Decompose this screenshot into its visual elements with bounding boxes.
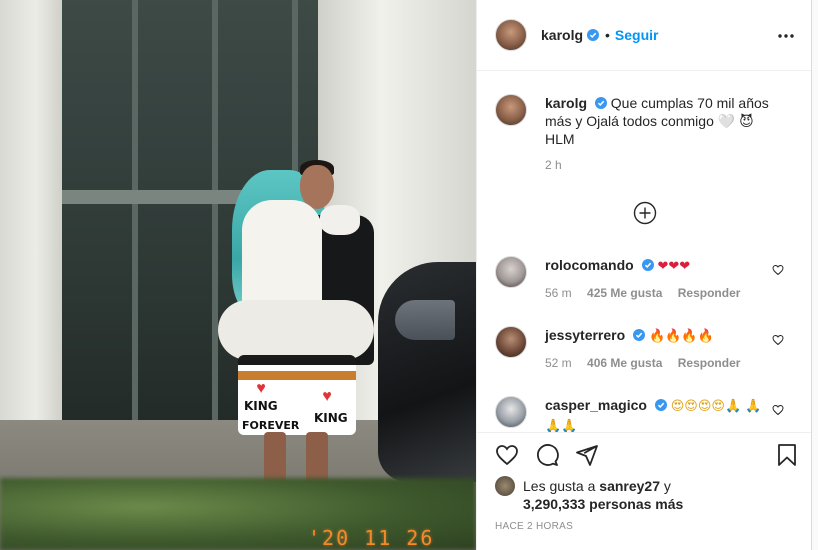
plus-circle-icon[interactable] — [633, 201, 657, 225]
share-icon[interactable] — [575, 443, 599, 467]
comment-item: casper_magico 😍😍😍😍🙏 🙏🙏🙏 — [495, 396, 795, 432]
comment-username[interactable]: casper_magico — [545, 397, 647, 413]
likes-summary: Les gusta a sanrey27 y 3,290,333 persona… — [495, 476, 723, 513]
post-header: karolg • Seguir — [477, 0, 812, 71]
car — [378, 262, 476, 482]
caption-time: 2 h — [545, 158, 562, 172]
post-actions: Les gusta a sanrey27 y 3,290,333 persona… — [477, 432, 812, 550]
caption-username[interactable]: karolg — [545, 95, 587, 111]
reply-button[interactable]: Responder — [678, 356, 741, 370]
follow-button[interactable]: Seguir — [615, 27, 659, 43]
heart-icon[interactable] — [772, 264, 784, 276]
comment-text: 🔥🔥🔥🔥 — [648, 329, 714, 344]
caption: karolg Que cumplas 70 mil años más y Oja… — [495, 94, 795, 172]
avatar[interactable] — [495, 94, 527, 126]
shorts-text-bottom: FOREVER — [242, 419, 300, 432]
avatar[interactable] — [495, 326, 527, 358]
comment-text: ❤❤❤ — [657, 259, 691, 274]
comment-likes[interactable]: 425 Me gusta — [587, 286, 662, 300]
bookmark-icon[interactable] — [775, 443, 799, 467]
comment-icon[interactable] — [535, 443, 559, 467]
heart-print-icon: ♥ — [322, 388, 332, 405]
heart-icon[interactable] — [772, 334, 784, 346]
man-collar — [320, 205, 360, 235]
post-sidebar: karolg • Seguir karolg Que cumplas 70 mi… — [476, 0, 812, 550]
shorts-text-right: KING — [314, 411, 348, 425]
avatar[interactable] — [495, 256, 527, 288]
photo-date-stamp: '20 11 26 — [308, 526, 435, 550]
verified-badge-icon — [633, 329, 646, 341]
post-timestamp[interactable]: HACE 2 HORAS — [495, 521, 573, 532]
more-horizontal-icon[interactable] — [776, 26, 796, 46]
likes-connector: y — [663, 478, 671, 494]
heart-print-icon: ♥ — [256, 380, 266, 397]
boxing-shorts: ♥ ♥ KING FOREVER KING — [238, 355, 356, 435]
author-username[interactable]: karolg — [541, 27, 583, 43]
heart-icon[interactable] — [772, 404, 784, 416]
heart-icon[interactable] — [495, 443, 519, 467]
comment-item: rolocomando ❤❤❤ 56 m 425 Me gusta Respon… — [495, 256, 795, 300]
comment-username[interactable]: rolocomando — [545, 257, 634, 273]
verified-badge-icon — [594, 97, 607, 109]
liker-avatar[interactable] — [495, 476, 515, 496]
liker-username[interactable]: sanrey27 — [599, 478, 660, 494]
likes-count[interactable]: 3,290,333 personas más — [523, 496, 683, 512]
verified-badge-icon — [587, 29, 600, 41]
comments-section[interactable]: karolg Que cumplas 70 mil años más y Oja… — [477, 72, 812, 432]
comment-item: jessyterrero 🔥🔥🔥🔥 52 m 406 Me gusta Resp… — [495, 326, 795, 370]
comment-time[interactable]: 52 m — [545, 356, 572, 370]
likes-prefix: Les gusta a — [523, 478, 596, 494]
comment-time[interactable]: 56 m — [545, 286, 572, 300]
window-scrollbar[interactable] — [811, 0, 818, 550]
verified-badge-icon — [654, 399, 667, 411]
car-light — [395, 300, 455, 340]
reply-button[interactable]: Responder — [678, 286, 741, 300]
avatar[interactable] — [495, 396, 527, 428]
separator: • — [605, 27, 610, 43]
verified-badge-icon — [641, 259, 654, 271]
shorts-text-top: KING — [244, 399, 278, 413]
comment-likes[interactable]: 406 Me gusta — [587, 356, 662, 370]
woman-pants — [218, 300, 374, 360]
comment-username[interactable]: jessyterrero — [545, 327, 625, 343]
post-photo[interactable]: ♥ ♥ KING FOREVER KING '20 11 26 — [0, 0, 476, 550]
avatar[interactable] — [495, 19, 527, 51]
